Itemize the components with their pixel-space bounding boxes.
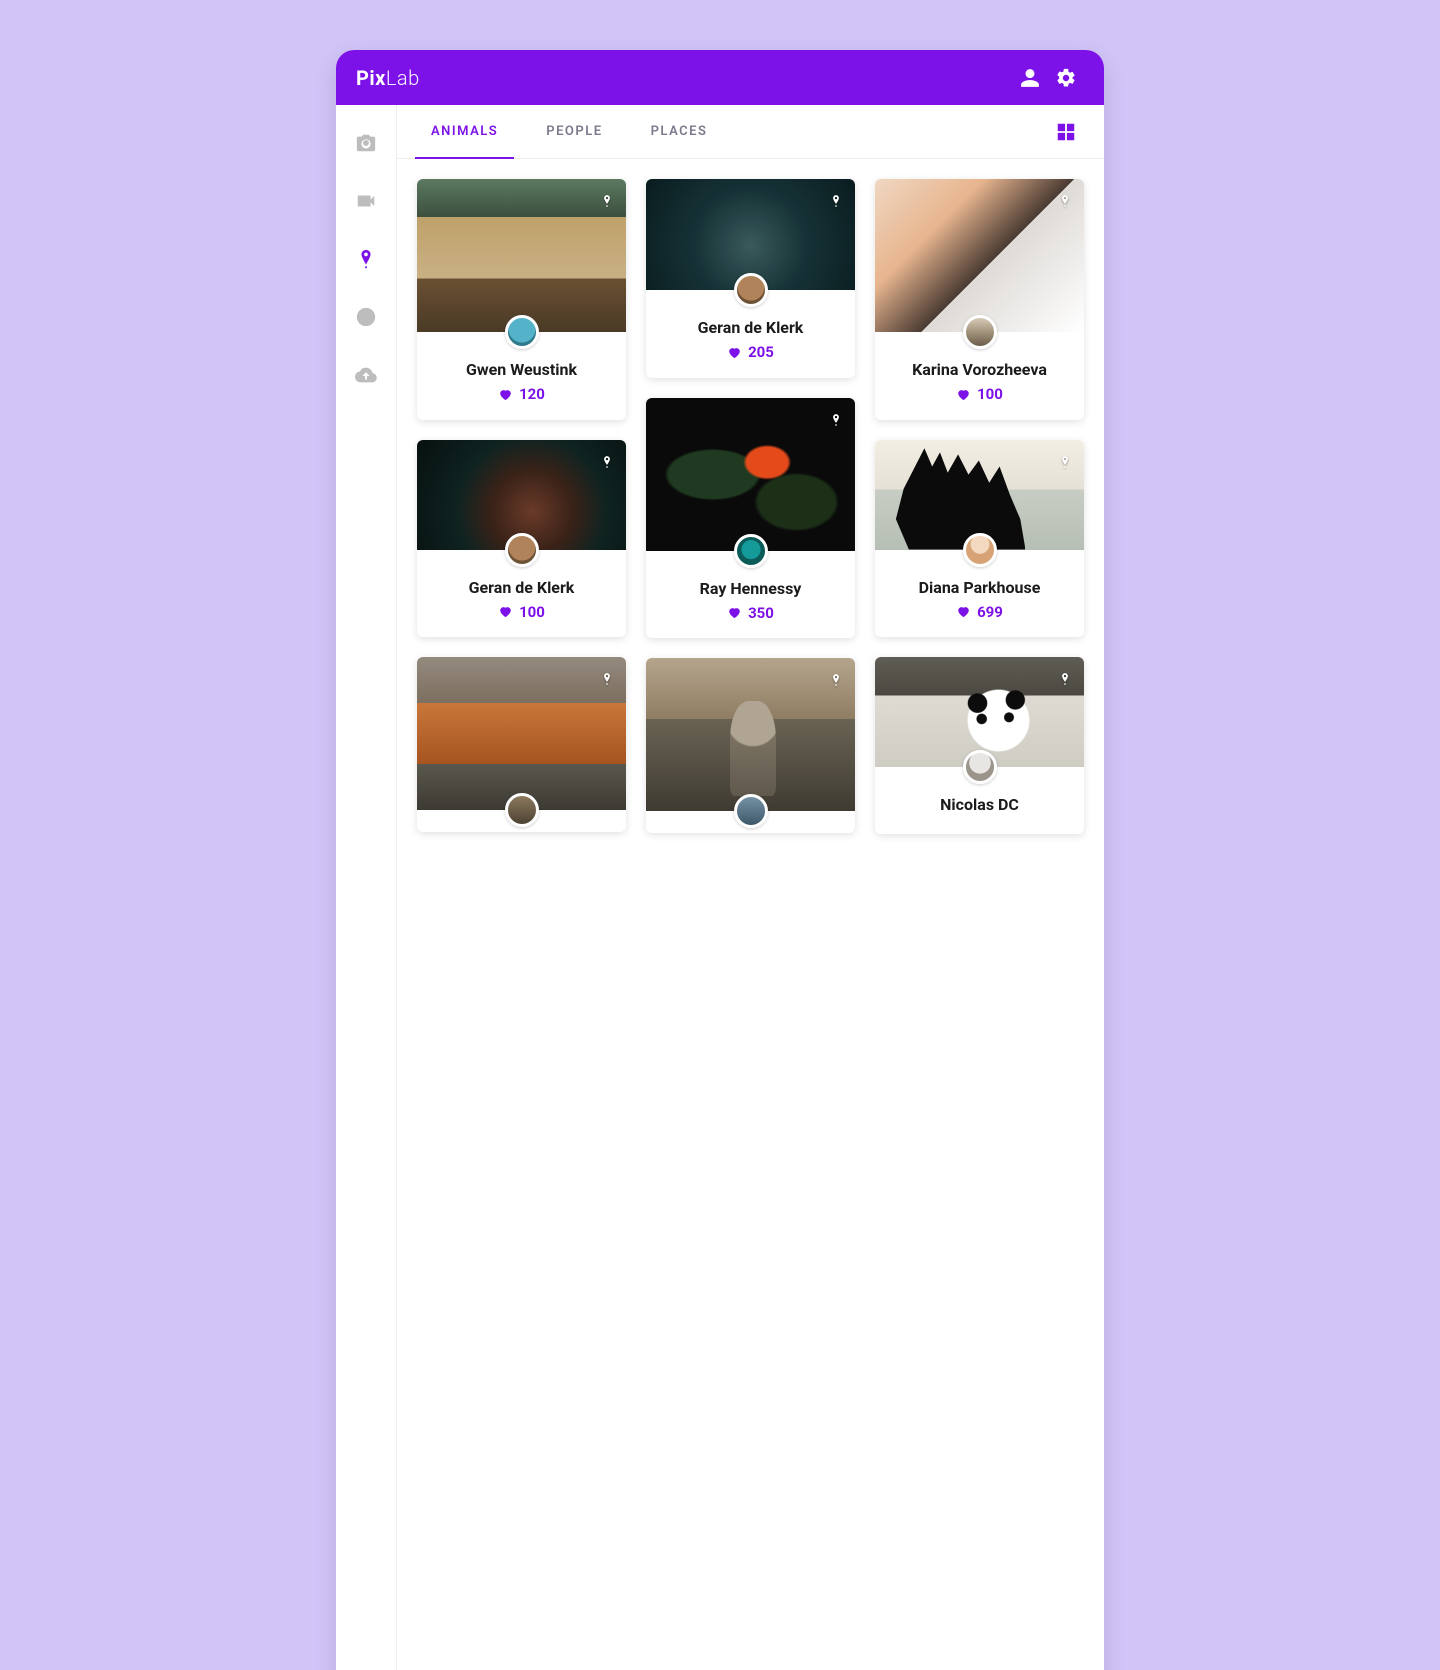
- author-name: Geran de Klerk: [656, 318, 845, 337]
- photo-card[interactable]: Diana Parkhouse 699: [875, 440, 1084, 638]
- like-count: 100: [519, 603, 545, 621]
- grid-view-icon[interactable]: [1048, 114, 1084, 150]
- photo-thumbnail[interactable]: [875, 179, 1084, 332]
- app-window: PixLab: [336, 50, 1104, 1670]
- account-icon[interactable]: [1012, 60, 1048, 96]
- author-name: Diana Parkhouse: [885, 578, 1074, 597]
- brand-light: Lab: [386, 66, 420, 90]
- author-avatar[interactable]: [505, 793, 539, 827]
- photo-thumbnail[interactable]: [646, 658, 855, 811]
- pin-marker-icon: [1058, 669, 1072, 689]
- camera-icon[interactable]: [346, 123, 386, 163]
- photo-card[interactable]: Geran de Klerk 205: [646, 179, 855, 378]
- photo-card[interactable]: Gwen Weustink 120: [417, 179, 626, 420]
- pin-icon[interactable]: [346, 239, 386, 279]
- author-name: Geran de Klerk: [427, 578, 616, 597]
- like-count: 100: [977, 385, 1003, 403]
- tab-places[interactable]: PLACES: [627, 105, 732, 158]
- video-icon[interactable]: [346, 181, 386, 221]
- pin-marker-icon: [1058, 191, 1072, 211]
- photo-card[interactable]: [417, 657, 626, 832]
- author-avatar[interactable]: [734, 794, 768, 828]
- like-count: 699: [977, 603, 1003, 621]
- author-avatar[interactable]: [963, 315, 997, 349]
- photo-card[interactable]: Karina Vorozheeva 100: [875, 179, 1084, 420]
- cloud-upload-icon[interactable]: [346, 355, 386, 395]
- photo-card[interactable]: Ray Hennessy 350: [646, 398, 855, 639]
- author-name: Ray Hennessy: [656, 579, 845, 598]
- author-avatar[interactable]: [734, 273, 768, 307]
- author-avatar[interactable]: [505, 315, 539, 349]
- gallery-grid: Gwen Weustink 120Geran de Klerk 100Geran…: [397, 159, 1104, 914]
- photo-thumbnail[interactable]: [417, 657, 626, 810]
- brand-bold: Pix: [356, 66, 386, 90]
- author-name: Gwen Weustink: [427, 360, 616, 379]
- like-count: 205: [748, 343, 774, 361]
- like-button[interactable]: 100: [498, 603, 545, 621]
- pin-marker-icon: [600, 452, 614, 472]
- side-nav: [336, 105, 396, 1670]
- author-avatar[interactable]: [963, 533, 997, 567]
- like-button[interactable]: 205: [727, 343, 774, 361]
- pin-marker-icon: [829, 410, 843, 430]
- photo-card[interactable]: [646, 658, 855, 833]
- app-header: PixLab: [336, 50, 1104, 105]
- like-count: 350: [748, 604, 774, 622]
- pin-marker-icon: [600, 191, 614, 211]
- author-avatar[interactable]: [734, 534, 768, 568]
- author-avatar[interactable]: [963, 750, 997, 784]
- gear-icon[interactable]: [1048, 60, 1084, 96]
- pin-marker-icon: [829, 191, 843, 211]
- like-button[interactable]: 699: [956, 603, 1003, 621]
- photo-thumbnail[interactable]: [417, 179, 626, 332]
- like-button[interactable]: 350: [727, 604, 774, 622]
- pin-marker-icon: [829, 670, 843, 690]
- tab-animals[interactable]: ANIMALS: [407, 105, 522, 158]
- author-avatar[interactable]: [505, 533, 539, 567]
- like-button[interactable]: 100: [956, 385, 1003, 403]
- main-panel: ANIMALS PEOPLE PLACES Gwen Weustink 120G…: [396, 105, 1104, 1670]
- author-name: Karina Vorozheeva: [885, 360, 1074, 379]
- photo-thumbnail[interactable]: [646, 398, 855, 551]
- like-count: 120: [519, 385, 545, 403]
- clock-icon[interactable]: [346, 297, 386, 337]
- like-button[interactable]: 120: [498, 385, 545, 403]
- pin-marker-icon: [600, 669, 614, 689]
- pin-marker-icon: [1058, 452, 1072, 472]
- tab-people[interactable]: PEOPLE: [522, 105, 626, 158]
- photo-card[interactable]: Geran de Klerk 100: [417, 440, 626, 638]
- tab-bar: ANIMALS PEOPLE PLACES: [397, 105, 1104, 159]
- photo-card[interactable]: Nicolas DC: [875, 657, 1084, 834]
- brand-logo: PixLab: [356, 66, 420, 90]
- author-name: Nicolas DC: [885, 795, 1074, 814]
